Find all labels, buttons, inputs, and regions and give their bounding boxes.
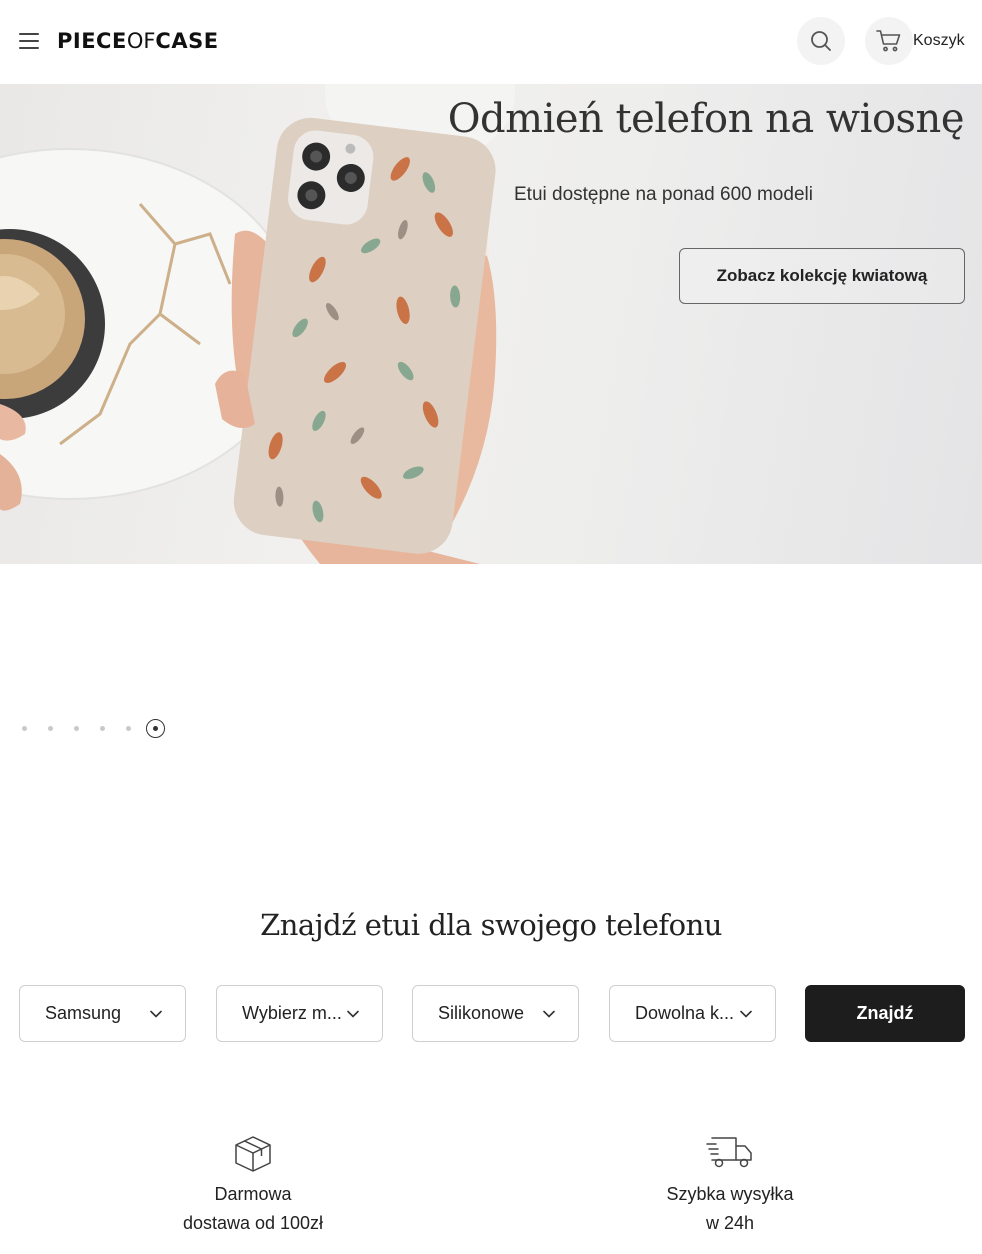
color-select[interactable]: Dowolna k... xyxy=(609,985,776,1042)
chevron-down-icon xyxy=(543,1010,555,1018)
cart-label: Koszyk xyxy=(913,32,965,49)
find-button[interactable]: Znajdź xyxy=(805,985,965,1042)
hero-title: Odmień telefon na wiosnę xyxy=(447,96,965,142)
feature-line-2: dostawa od 100zł xyxy=(182,1213,324,1233)
feature-line-1: Darmowa xyxy=(214,1184,292,1204)
floral-collection-button[interactable]: Zobacz kolekcję kwiatową xyxy=(679,248,965,304)
search-icon xyxy=(811,31,831,51)
case-type-select[interactable]: Silikonowe xyxy=(412,985,579,1042)
finder-title: Znajdź etui dla swojego telefonu xyxy=(260,908,722,942)
search-button[interactable] xyxy=(797,17,845,65)
menu-icon[interactable] xyxy=(19,33,39,49)
chevron-down-icon xyxy=(150,1010,162,1018)
chevron-down-icon xyxy=(740,1010,752,1018)
chevron-down-icon xyxy=(347,1010,359,1018)
model-select-value: Wybierz m... xyxy=(242,1003,342,1023)
carousel-dot-active[interactable] xyxy=(146,719,165,738)
cart-icon xyxy=(865,17,913,65)
hero-banner[interactable]: Odmień telefon na wiosnę Etui dostępne n… xyxy=(0,84,982,564)
color-select-value: Dowolna k... xyxy=(635,1003,735,1023)
feature-line-2: w 24h xyxy=(705,1213,755,1233)
package-icon xyxy=(235,1136,271,1172)
brand-select[interactable]: Samsung xyxy=(19,985,186,1042)
site-header: PIECEOFCASE Koszyk xyxy=(0,0,982,84)
feature-free-delivery: Darmowa dostawa od 100zł xyxy=(103,1134,403,1238)
carousel-dot[interactable] xyxy=(100,726,105,731)
carousel-pagination xyxy=(22,719,186,738)
hero-image xyxy=(0,84,515,564)
model-select[interactable]: Wybierz m... xyxy=(216,985,383,1042)
carousel-dot[interactable] xyxy=(74,726,79,731)
feature-fast-shipping: Szybka wysyłka w 24h xyxy=(580,1134,880,1238)
delivery-truck-icon xyxy=(706,1137,752,1168)
carousel-dot[interactable] xyxy=(126,726,131,731)
brand-select-value: Samsung xyxy=(45,1003,122,1023)
cart-button[interactable]: Koszyk xyxy=(865,17,965,65)
site-logo[interactable]: PIECEOFCASE xyxy=(57,29,219,53)
carousel-dot[interactable] xyxy=(48,726,53,731)
hero-subtitle: Etui dostępne na ponad 600 modeli xyxy=(514,184,813,205)
feature-line-1: Szybka wysyłka xyxy=(666,1184,794,1204)
case-type-select-value: Silikonowe xyxy=(438,1003,525,1023)
carousel-dot[interactable] xyxy=(22,726,27,731)
